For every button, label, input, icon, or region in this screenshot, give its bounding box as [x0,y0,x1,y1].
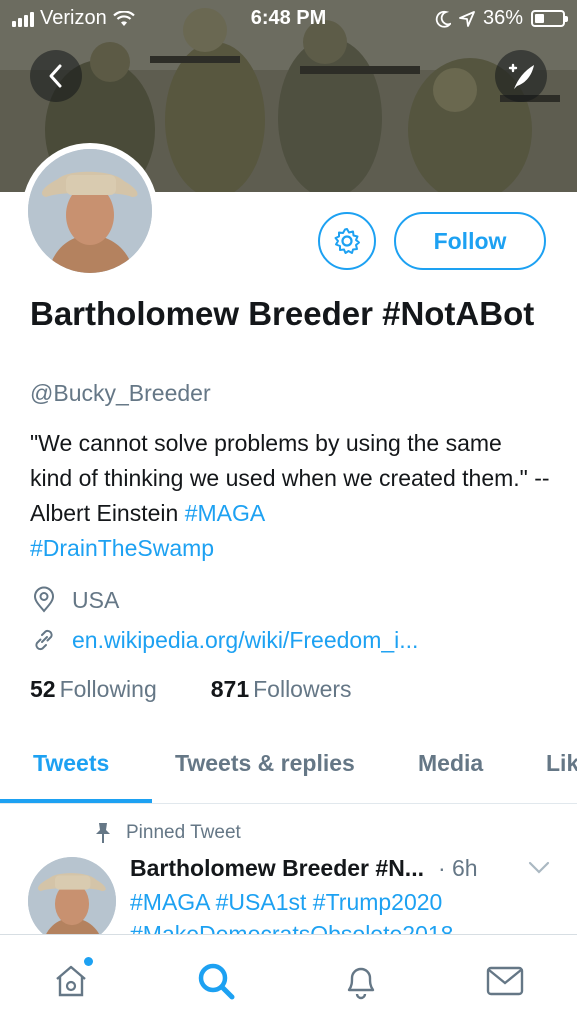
profile-bio: "We cannot solve problems by using the s… [30,426,550,566]
tabbar-messages[interactable] [483,959,527,1003]
tweet-time: · 6h [437,855,478,881]
battery-fill [535,14,545,23]
avatar-photo [28,149,152,273]
chevron-left-icon [49,64,62,88]
profile-avatar[interactable] [22,143,158,279]
home-notification-dot [84,957,93,966]
chevron-down-icon[interactable] [528,861,550,875]
bio-hashtag-maga[interactable]: #MAGA [185,500,266,526]
profile-tabs: Tweets Tweets & replies Media Lik [0,736,577,804]
tweet-author[interactable]: Bartholomew Breeder #N... [130,855,424,882]
followers-count[interactable]: 871 Followers [211,676,352,703]
url-link[interactable]: en.wikipedia.org/wiki/Freedom_i... [72,627,418,654]
status-right: 36% [435,7,568,30]
pinned-indicator: Pinned Tweet [94,822,241,844]
tab-tweets[interactable]: Tweets [33,750,109,777]
tweet-avatar-photo [28,857,116,945]
home-icon [56,965,86,997]
avatar [28,149,152,273]
bio-text: "We cannot solve problems by using the s… [30,430,550,526]
back-button[interactable] [30,50,82,102]
profile-url[interactable]: en.wikipedia.org/wiki/Freedom_i... [30,626,418,654]
status-bar: Verizon 6:48 PM 36% [0,0,577,38]
settings-button[interactable] [318,212,376,270]
link-icon [35,629,53,651]
tab-likes[interactable]: Lik [546,750,577,777]
following-count[interactable]: 52 Following [30,676,157,703]
location-arrow-icon [459,10,475,27]
pin-icon [96,823,110,843]
pinned-label: Pinned Tweet [126,822,241,843]
tabbar-home[interactable] [49,957,93,1003]
following-number: 52 [30,676,56,702]
notifications-bell-icon [347,967,375,1000]
battery-percent: 36% [482,7,523,29]
tweet-avatar[interactable] [28,857,116,945]
followers-number: 871 [210,676,250,702]
bio-hashtag-drain-the-swamp[interactable]: #DrainTheSwamp [30,535,214,561]
tabbar-notifications[interactable] [339,959,383,1003]
gear-icon [334,228,360,254]
active-tab-indicator [0,799,152,803]
following-label: Following [59,676,157,702]
tweet-text[interactable]: #MAGA #USA1st #Trump2020 #MakeDemocratsO… [130,886,550,934]
follow-button[interactable]: Follow [394,212,546,270]
profile-name: Bartholomew Breeder #NotABot [30,295,535,332]
followers-label: Followers [253,676,352,702]
compose-feather-icon [508,63,534,89]
tab-tweets-and-replies[interactable]: Tweets & replies [175,750,355,777]
tweet-header: Bartholomew Breeder #N... · 6h [130,855,550,882]
search-icon [198,963,235,1000]
tab-media[interactable]: Media [418,750,483,777]
tabbar-search[interactable] [194,959,238,1003]
profile-handle: @Bucky_Breeder [30,380,211,406]
location-pin-icon [33,586,55,613]
messages-envelope-icon [486,966,524,996]
compose-tweet-button[interactable] [495,50,547,102]
follow-counts: 52 Following 871 Followers [30,676,352,703]
battery-icon [531,10,568,27]
profile-location: USA [30,586,119,614]
moon-icon [435,10,451,28]
bottom-tab-bar [0,934,577,1024]
location-text: USA [72,586,120,613]
